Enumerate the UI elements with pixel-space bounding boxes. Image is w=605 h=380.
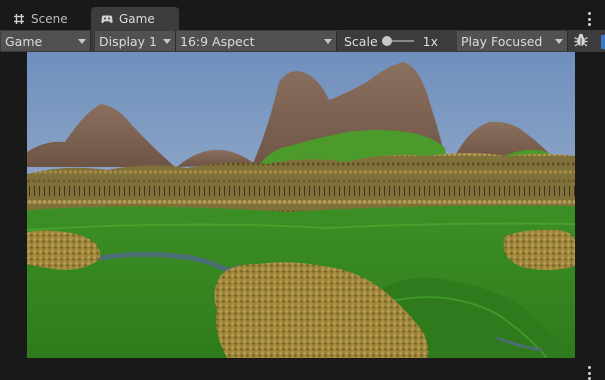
stats-button[interactable]: [570, 30, 592, 52]
tab-game[interactable]: Game: [91, 7, 179, 30]
tab-bar: Scene Game: [0, 0, 605, 30]
bug-icon: [573, 32, 589, 51]
chevron-down-icon: [78, 38, 86, 44]
aspect-dropdown[interactable]: 16:9 Aspect: [176, 31, 337, 51]
panel-edge-accent: [601, 35, 605, 49]
game-render: [27, 52, 575, 358]
tab-scene-label: Scene: [31, 11, 68, 26]
scale-slider[interactable]: [381, 34, 414, 48]
display-dropdown[interactable]: Display 1: [95, 31, 176, 51]
scale-value: 1x: [422, 33, 438, 49]
display-mode-label: Game: [5, 33, 43, 49]
tab-scene[interactable]: Scene: [3, 7, 89, 30]
chevron-down-icon: [324, 38, 332, 44]
scale-control: Scale 1x: [339, 31, 455, 51]
aspect-label: 16:9 Aspect: [180, 33, 255, 49]
chevron-down-icon: [163, 38, 171, 44]
game-viewport[interactable]: [27, 52, 575, 358]
tab-game-label: Game: [119, 11, 155, 26]
scale-label: Scale: [344, 33, 378, 49]
play-mode-label: Play Focused: [461, 33, 543, 49]
game-toolbar: Game Display 1 16:9 Aspect Scale 1x Play…: [0, 30, 605, 52]
display-label: Display 1: [99, 33, 158, 49]
more-options-icon[interactable]: [587, 12, 591, 26]
play-mode-dropdown[interactable]: Play Focused: [457, 31, 568, 51]
hash-grid-icon: [12, 12, 26, 26]
display-mode-dropdown[interactable]: Game: [1, 31, 91, 51]
scale-slider-handle[interactable]: [381, 36, 392, 46]
more-options-icon-bottom[interactable]: [587, 366, 591, 380]
gamepad-icon: [100, 12, 114, 26]
chevron-down-icon: [555, 38, 563, 44]
